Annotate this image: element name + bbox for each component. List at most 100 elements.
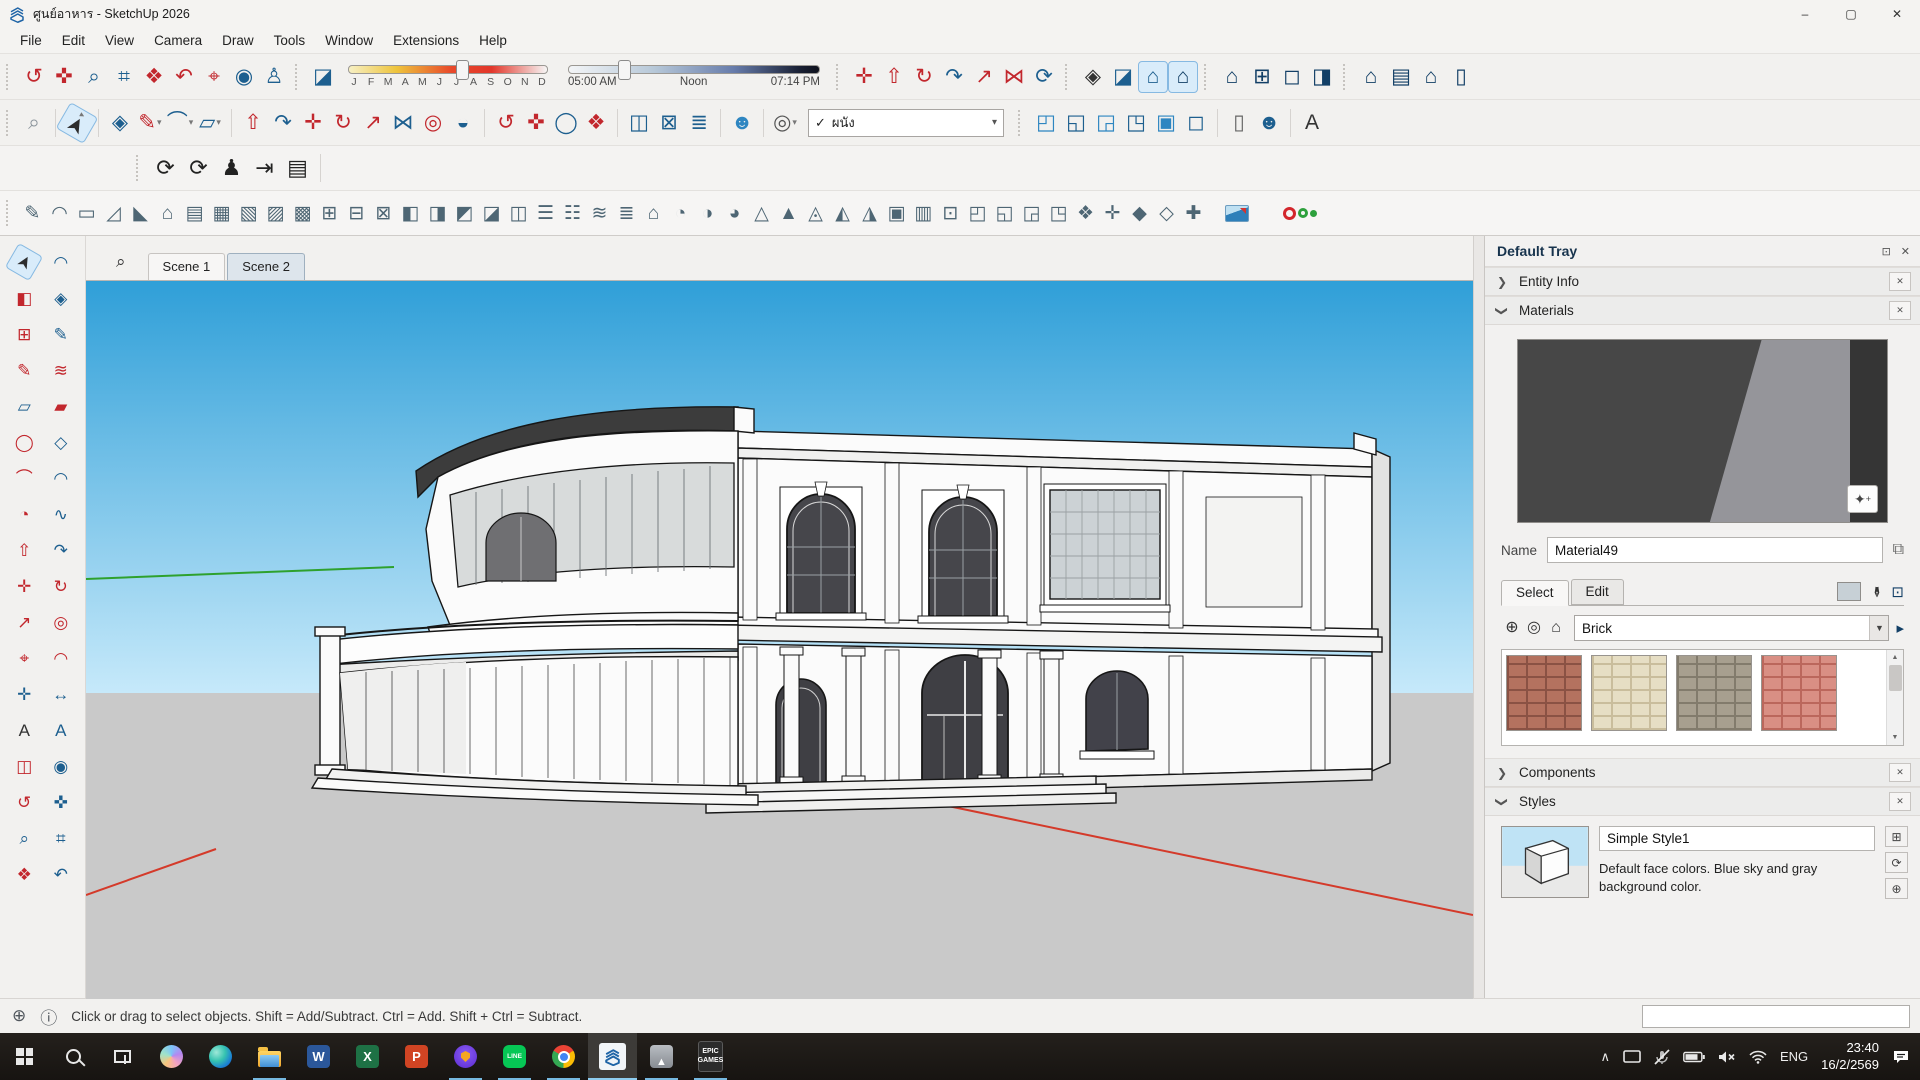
scale-icon[interactable]: ↗ <box>10 608 38 636</box>
menu-extensions[interactable]: Extensions <box>383 28 469 54</box>
plugin-tool-icon[interactable]: ▩ <box>289 197 316 229</box>
geolocation-icon[interactable]: ⊕ <box>12 1006 26 1026</box>
iso-view-icon[interactable]: ⌂ <box>1217 61 1247 93</box>
scale-icon[interactable]: ↗ <box>969 61 999 93</box>
scene-search-icon[interactable]: ⌕ <box>116 252 126 272</box>
menu-window[interactable]: Window <box>315 28 383 54</box>
plugin-tool-icon[interactable]: ◔ <box>667 197 694 229</box>
section-entity-info[interactable]: ❯ Entity Info ✕ <box>1485 267 1920 296</box>
arc-tool-icon[interactable]: ⌒▾ <box>165 107 195 139</box>
follow-me-icon[interactable]: ↷ <box>268 107 298 139</box>
menu-view[interactable]: View <box>95 28 144 54</box>
toolbar-grip[interactable] <box>6 64 12 90</box>
hidden-icons-chevron[interactable]: ∧ <box>1600 1049 1610 1065</box>
axes-icon[interactable]: ◈ <box>1078 61 1108 93</box>
plugin-tool-icon[interactable]: ◕ <box>721 197 748 229</box>
section-materials[interactable]: ❯ Materials ✕ <box>1485 296 1920 325</box>
plugin-tool-icon[interactable]: ◨ <box>424 197 451 229</box>
chevron-down-icon[interactable]: ▾ <box>992 117 997 128</box>
plugin-tool-icon[interactable]: ☷ <box>559 197 586 229</box>
zoom-extents-icon[interactable]: ❖ <box>581 107 611 139</box>
back-edges-icon[interactable]: ⌂ <box>1138 61 1168 93</box>
plugin-tool-icon[interactable]: ⌂ <box>154 197 181 229</box>
pan-icon[interactable]: ✜ <box>47 788 75 816</box>
section-styles[interactable]: ❯ Styles ✕ <box>1485 787 1920 816</box>
plugin-tool-icon[interactable]: ◳ <box>1045 197 1072 229</box>
plugin-tool-icon[interactable]: ✛ <box>1099 197 1126 229</box>
push-pull-icon[interactable]: ⇧ <box>238 107 268 139</box>
3d-text-icon[interactable]: A <box>47 716 75 744</box>
explorer-app[interactable] <box>245 1033 294 1080</box>
chevron-down-icon[interactable]: ▼ <box>1869 616 1888 640</box>
language-indicator[interactable]: ENG <box>1780 1049 1808 1064</box>
rotate-icon[interactable]: ↻ <box>47 572 75 600</box>
push-pull-icon[interactable]: ⇧ <box>10 536 38 564</box>
taskbar-clock[interactable]: 23:40 16/2/2569 <box>1821 1040 1879 1073</box>
plugin-tool-icon[interactable]: ◇ <box>1153 197 1180 229</box>
plugin-tool-icon[interactable]: ▥ <box>910 197 937 229</box>
rotate-view-icon[interactable]: ⟳ <box>1029 61 1059 93</box>
plugin-tool-icon[interactable]: ◬ <box>802 197 829 229</box>
door-icon[interactable]: ▯ <box>1446 61 1476 93</box>
task-view-button[interactable] <box>98 1033 147 1080</box>
close-icon[interactable]: ✕ <box>1889 763 1911 782</box>
toolbar-grip[interactable] <box>1204 64 1210 90</box>
plugin-tool-icon[interactable]: ❖ <box>1072 197 1099 229</box>
plugin-tool-icon[interactable]: ⌂ <box>640 197 667 229</box>
copy-array-icon[interactable]: ◱ <box>1061 107 1091 139</box>
orbit-icon[interactable]: ↺ <box>491 107 521 139</box>
style-name-input[interactable] <box>1599 826 1875 851</box>
rotate-icon[interactable]: ↻ <box>909 61 939 93</box>
bezier-icon[interactable]: ∿ <box>47 500 75 528</box>
plugin-tool-icon[interactable]: ≣ <box>613 197 640 229</box>
model-canvas[interactable] <box>86 281 1473 999</box>
menu-draw[interactable]: Draw <box>212 28 264 54</box>
zoom-extents-icon[interactable]: ❖ <box>139 61 169 93</box>
eraser-icon[interactable]: ◈ <box>105 107 135 139</box>
time-slider-track[interactable] <box>568 65 820 74</box>
person-icon[interactable]: ☻ <box>727 107 757 139</box>
in-model-icon[interactable]: ⌂ <box>1545 617 1567 639</box>
material-name-input[interactable] <box>1547 537 1883 563</box>
close-icon[interactable]: ✕ <box>1889 301 1911 320</box>
front-view-icon[interactable]: ◻ <box>1277 61 1307 93</box>
plugin-tool-icon[interactable]: ✎ <box>19 197 46 229</box>
plugin-tool-icon[interactable]: ◫ <box>505 197 532 229</box>
start-button[interactable] <box>0 1033 49 1080</box>
x-ray-icon[interactable]: ◪ <box>1108 61 1138 93</box>
paint-icon[interactable]: ◧ <box>10 284 38 312</box>
zoom-window-icon[interactable]: ⌗ <box>47 824 75 852</box>
secondary-pane-icon[interactable]: ⊡ <box>1891 583 1904 601</box>
section-plane-icon[interactable]: ◫ <box>624 107 654 139</box>
axes-icon[interactable]: ✛ <box>10 680 38 708</box>
previous-view-icon[interactable]: ↶ <box>47 860 75 888</box>
plugin-tool-icon[interactable]: ▭ <box>73 197 100 229</box>
rectangle-icon[interactable]: ▱ <box>10 392 38 420</box>
dropdown-caret[interactable]: ▾ <box>157 118 162 127</box>
plugin-tool-icon[interactable]: △ <box>748 197 775 229</box>
plugin-tool-icon[interactable]: ◪ <box>478 197 505 229</box>
copilot-app[interactable] <box>147 1033 196 1080</box>
plumb-icon[interactable]: ♟ <box>215 152 248 184</box>
arc-icon[interactable]: ⌒ <box>10 464 38 492</box>
plugin-tool-icon[interactable]: ▣ <box>883 197 910 229</box>
toolbar-grip[interactable] <box>136 155 142 181</box>
chevron-right-icon[interactable]: ❯ <box>1485 766 1519 780</box>
plugin-tool-icon[interactable]: ▲ <box>775 197 802 229</box>
sample-paint-icon[interactable]: ◎ <box>1523 617 1545 639</box>
protractor-icon[interactable]: ◠ <box>47 644 75 672</box>
minimize-button[interactable]: – <box>1782 0 1828 28</box>
plugin-tool-icon[interactable]: ◣ <box>127 197 154 229</box>
circle-icon[interactable]: ◯ <box>10 428 38 456</box>
line-app[interactable]: LINE <box>490 1033 539 1080</box>
plugin-tool-icon[interactable]: ◮ <box>856 197 883 229</box>
chevron-down-icon[interactable]: ❯ <box>1495 294 1509 328</box>
material-swatch-brick-pink[interactable] <box>1761 655 1837 731</box>
scene-tab-1[interactable]: Scene 1 <box>148 253 226 280</box>
rectangle-tool-icon[interactable]: ▱▾ <box>195 107 225 139</box>
menu-help[interactable]: Help <box>469 28 517 54</box>
pattern-icon[interactable]: ⊞ <box>10 320 38 348</box>
copy-rotate-icon[interactable]: ◳ <box>1121 107 1151 139</box>
plugin-tool-icon[interactable]: ▨ <box>262 197 289 229</box>
plugin-tool-icon[interactable]: ☰ <box>532 197 559 229</box>
